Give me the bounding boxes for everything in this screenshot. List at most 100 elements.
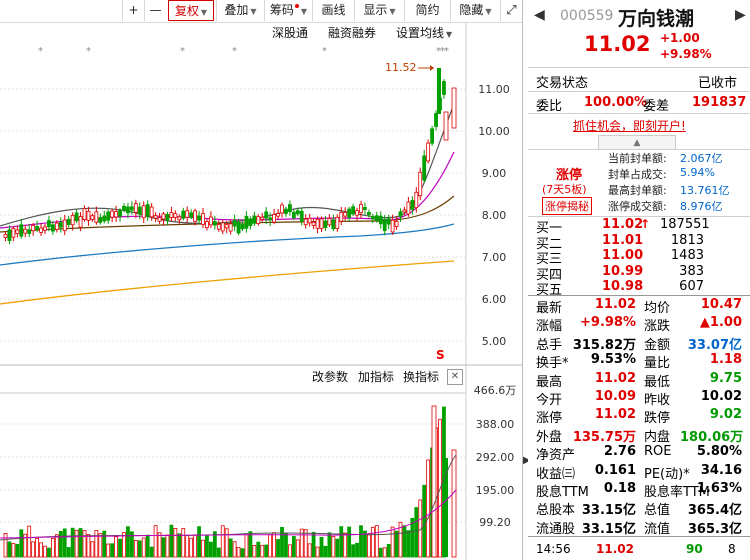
collapse-up-icon[interactable]: ▲	[598, 135, 676, 150]
quote-field-label: 总手	[536, 337, 563, 353]
candle-body	[276, 213, 280, 217]
quote-field-value: 10.02	[700, 389, 742, 404]
dividend-s-icon: S	[436, 348, 445, 362]
candle-body	[70, 214, 75, 226]
volume-bar	[311, 531, 316, 558]
candle-body	[86, 210, 91, 221]
candle-body	[201, 213, 205, 225]
candle-body	[47, 220, 51, 228]
candle-body	[78, 216, 83, 228]
candle-body	[137, 206, 142, 215]
candle-body	[129, 206, 134, 211]
candle-body	[23, 228, 28, 234]
stock-code: 000559	[560, 8, 614, 24]
quote-field-label: 昨收	[644, 393, 671, 408]
bid-volume: 383	[679, 263, 704, 279]
candle-body	[374, 215, 379, 221]
candle-body	[252, 215, 257, 224]
candle-body	[366, 211, 371, 215]
volume-bar	[201, 539, 205, 558]
volume-bar	[43, 545, 47, 558]
volume-bar	[153, 525, 158, 558]
candle-body	[256, 216, 261, 224]
candle-body	[327, 218, 332, 226]
volume-bar	[422, 484, 427, 558]
volume-bar	[351, 544, 356, 558]
volume-bar	[295, 539, 300, 558]
limit-stat-value: 5.94%	[680, 166, 715, 179]
quote-field-label: 今开	[536, 393, 563, 408]
volume-bar	[228, 538, 233, 558]
order-ratio-label: 委比	[536, 99, 563, 114]
quote-panel: ◀ 000559 万向钱潮 ▶ 11.02 +1.00 +9.98% 交易状态 …	[528, 0, 750, 560]
volume-bar	[232, 541, 237, 558]
candle-body	[193, 210, 198, 222]
volume-bar	[208, 541, 213, 558]
candle-body	[232, 219, 237, 227]
open-account-promo-link[interactable]: 抓住机会，即刻开户!	[573, 117, 686, 134]
order-diff-label: 委差	[643, 99, 670, 114]
candle-body	[437, 68, 441, 114]
candle-body	[335, 216, 340, 230]
volume-bar	[86, 534, 91, 558]
next-stock-icon[interactable]: ▶	[735, 7, 746, 23]
volume-bar	[106, 543, 111, 558]
candle-body	[414, 191, 419, 209]
candle-body	[110, 210, 115, 218]
candle-body	[181, 210, 186, 219]
candle-body	[118, 210, 122, 217]
volume-bar	[126, 526, 130, 558]
candle-body	[390, 219, 395, 233]
kline-chart-area[interactable]: + — 复权 ▼ 叠加 ▼ 筹码 ▼ 画线 显示 ▼ 简约 隐藏 ▼ ⤢ 深股通 融资融券…	[0, 0, 522, 560]
volume-bar	[114, 536, 118, 558]
bid-price: 11.02	[602, 217, 644, 232]
prev-stock-icon[interactable]: ◀	[534, 7, 545, 23]
candle-body	[323, 220, 328, 229]
candle-body	[35, 226, 39, 230]
volume-bar	[181, 528, 186, 558]
last-price: 11.02	[584, 32, 651, 56]
candle-body	[434, 113, 438, 127]
volume-bar	[35, 537, 39, 558]
order-diff-value: 191837	[692, 95, 747, 110]
candle-body	[19, 224, 24, 237]
volume-bar	[145, 534, 150, 558]
quote-field-label: 最新	[536, 301, 563, 316]
candle-body	[272, 214, 277, 223]
volume-bar	[347, 526, 352, 558]
candle-body	[331, 219, 336, 230]
volume-bar	[19, 529, 24, 558]
event-star-icon: *	[86, 46, 91, 57]
limit-up-reveal-button[interactable]: 涨停揭秘	[542, 197, 592, 215]
candle-body	[185, 210, 190, 218]
volume-bar	[264, 544, 269, 558]
limit-stat-label: 最高封单额:	[608, 184, 667, 197]
volume-bar	[193, 534, 198, 558]
volume-bar	[149, 546, 154, 558]
volume-bar	[431, 405, 437, 558]
divider	[528, 113, 750, 114]
candle-body	[315, 218, 320, 229]
high-price-label: 11.52	[385, 61, 417, 74]
volume-bar	[197, 526, 201, 558]
limit-stat-label: 涨停成交额:	[608, 200, 667, 213]
candle-body	[39, 227, 43, 233]
candle-body	[98, 217, 103, 223]
candle-body	[307, 217, 312, 224]
volume-bar	[11, 543, 16, 558]
volume-bar	[374, 525, 379, 558]
candle-body	[402, 209, 407, 213]
candle-body	[451, 87, 457, 129]
trading-status-value: 已收市	[698, 76, 738, 91]
candle-body	[106, 211, 111, 221]
candle-body	[169, 212, 174, 218]
candle-body	[303, 218, 308, 226]
quote-field-label: ROE	[644, 444, 672, 460]
candle-body	[82, 208, 87, 220]
quote-field-value: 1.63%	[696, 481, 742, 496]
volume-bar	[370, 526, 375, 558]
candle-body	[240, 223, 245, 230]
quote-field-value: 365.4亿	[687, 503, 742, 519]
volume-average-lines	[0, 454, 457, 541]
volume-bar	[444, 458, 448, 557]
